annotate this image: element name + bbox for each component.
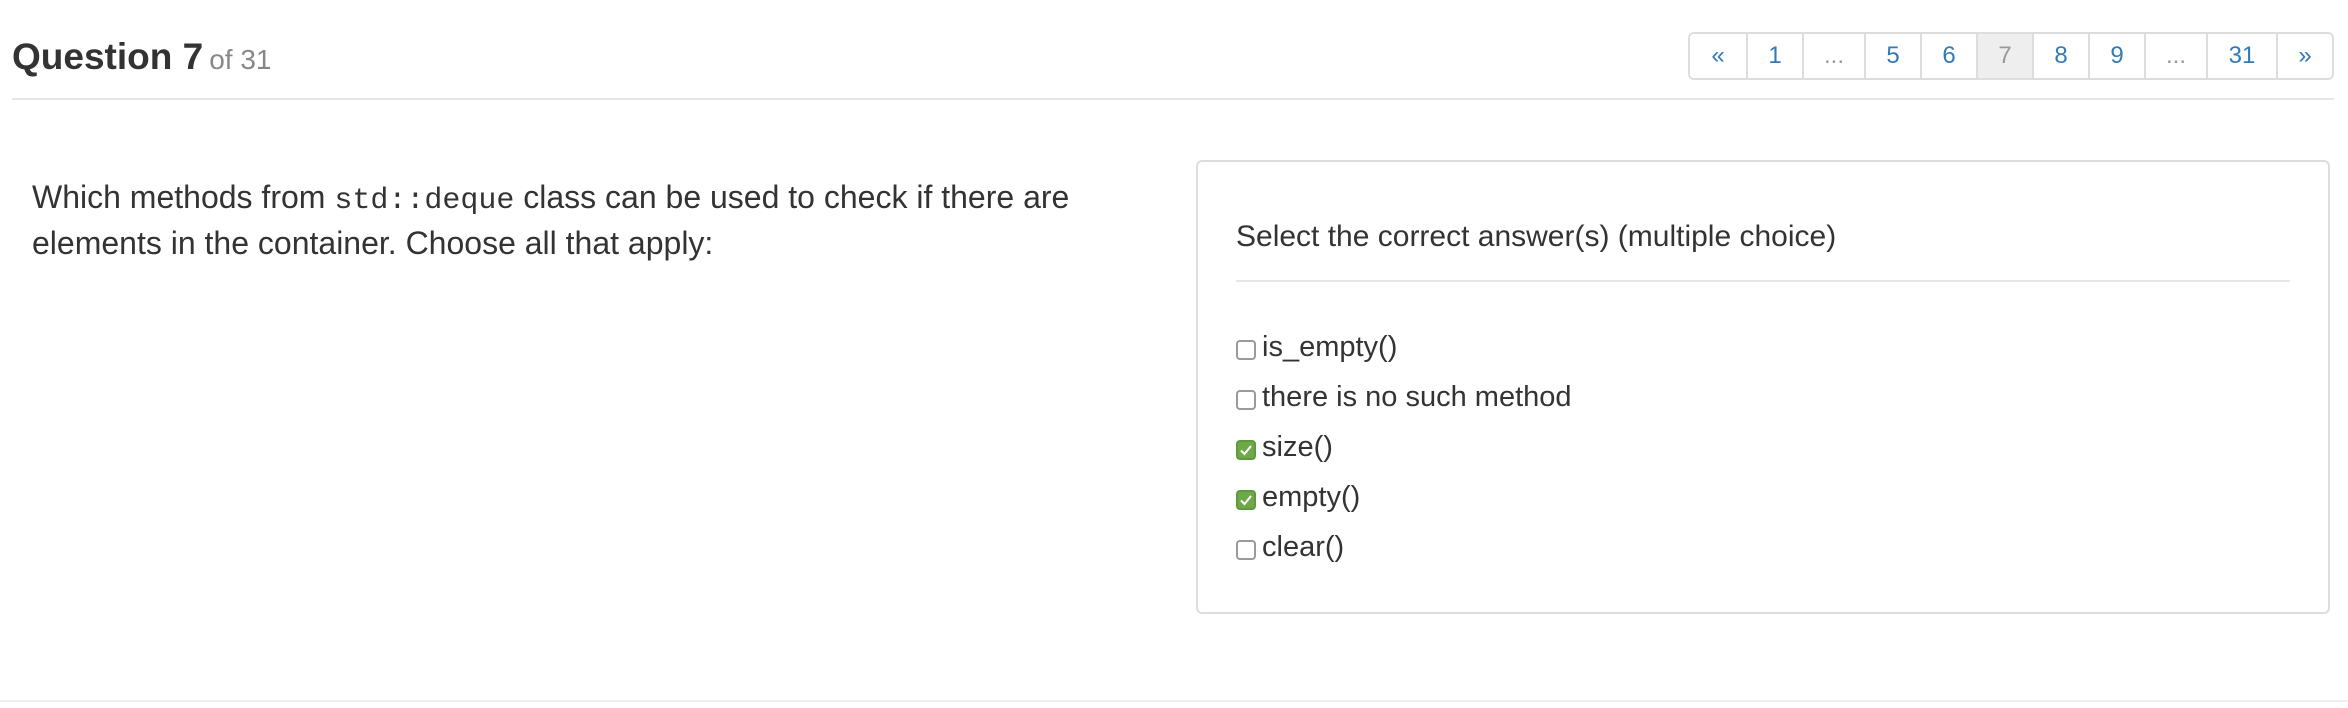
checkbox-checked[interactable] [1236, 490, 1256, 510]
answer-option-label: size() [1262, 430, 1333, 463]
pagination-ellipsis[interactable]: ... [2144, 34, 2206, 78]
question-code: std::deque [334, 184, 515, 218]
answer-option-label: is_empty() [1262, 330, 1398, 363]
pagination-page-5[interactable]: 5 [1864, 34, 1920, 78]
answer-option-label: clear() [1262, 530, 1345, 563]
checkmark-icon [1240, 445, 1252, 456]
question-number: Question 7 [12, 36, 204, 77]
answer-option[interactable]: there is no such method [1236, 372, 1572, 422]
question-header: Question 7 of 31 « 1 ... 5 6 7 8 9 ... 31… [12, 30, 2334, 100]
answer-option[interactable]: empty() [1236, 472, 1572, 522]
answer-option[interactable]: size() [1236, 422, 1572, 472]
pagination: « 1 ... 5 6 7 8 9 ... 31 » [1688, 32, 2334, 80]
pagination-page-9[interactable]: 9 [2088, 34, 2144, 78]
quiz-page: Question 7 of 31 « 1 ... 5 6 7 8 9 ... 31… [0, 0, 2348, 708]
page-title: Question 7 of 31 [12, 36, 271, 78]
answer-option[interactable]: is_empty() [1236, 322, 1572, 372]
divider [1236, 280, 2290, 282]
question-text-before: Which methods from [32, 179, 335, 215]
answer-options: is_empty() there is no such method size(… [1236, 322, 1572, 572]
checkbox[interactable] [1236, 540, 1256, 560]
checkbox[interactable] [1236, 340, 1256, 360]
answer-option-label: there is no such method [1262, 380, 1572, 413]
pagination-page-6[interactable]: 6 [1920, 34, 1976, 78]
pagination-page-1[interactable]: 1 [1746, 34, 1802, 78]
footer-divider [0, 700, 2348, 702]
pagination-page-7-current[interactable]: 7 [1976, 34, 2032, 78]
pagination-next[interactable]: » [2276, 34, 2332, 78]
answer-option-label: empty() [1262, 480, 1361, 513]
answer-option[interactable]: clear() [1236, 522, 1572, 572]
question-text: Which methods from std::deque class can … [32, 176, 1152, 264]
checkbox[interactable] [1236, 390, 1256, 410]
checkmark-icon [1240, 495, 1252, 506]
pagination-prev[interactable]: « [1690, 34, 1746, 78]
pagination-page-31[interactable]: 31 [2206, 34, 2276, 78]
question-count: of 31 [209, 44, 272, 75]
checkbox-checked[interactable] [1236, 440, 1256, 460]
pagination-ellipsis[interactable]: ... [1802, 34, 1864, 78]
answer-panel-heading: Select the correct answer(s) (multiple c… [1236, 220, 1837, 253]
answer-panel: Select the correct answer(s) (multiple c… [1196, 160, 2330, 614]
pagination-page-8[interactable]: 8 [2032, 34, 2088, 78]
